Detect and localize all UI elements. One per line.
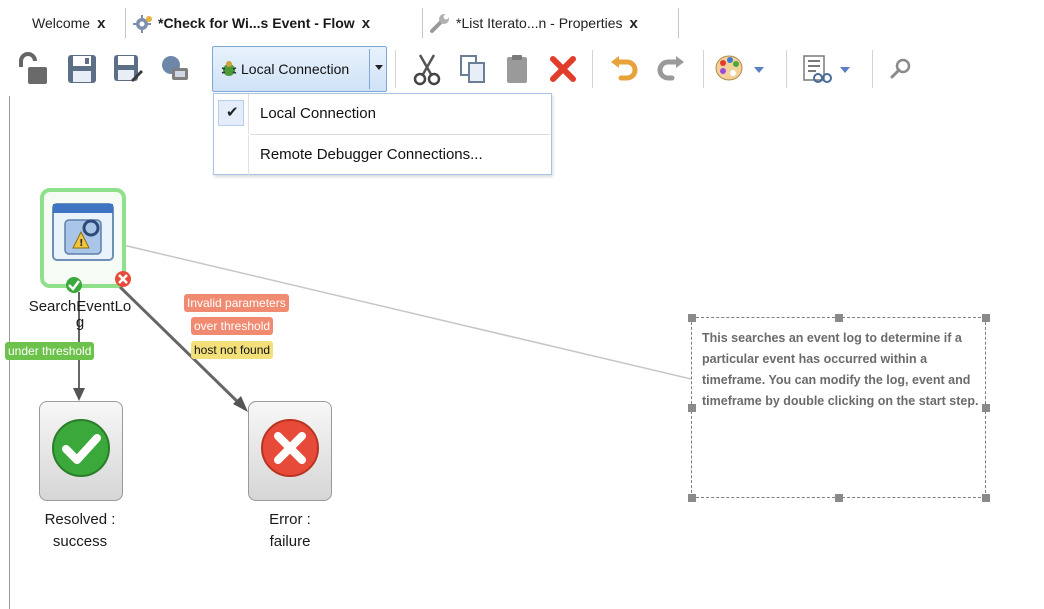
resize-handle[interactable]	[982, 314, 990, 322]
resolved-step-label: Resolved : success	[20, 509, 140, 553]
event-log-icon: !	[52, 203, 114, 261]
start-step-label: SearchEventLo g	[20, 296, 140, 334]
svg-text:!: !	[79, 238, 84, 249]
resize-handle[interactable]	[835, 494, 843, 502]
success-check-icon	[66, 277, 82, 293]
flow-connectors	[73, 244, 692, 412]
tag-over-threshold[interactable]: over threshold	[191, 317, 274, 335]
error-x-icon	[115, 271, 131, 287]
flow-note[interactable]: This searches an event log to determine …	[688, 314, 990, 502]
resolved-success-step[interactable]	[39, 401, 123, 501]
error-failure-step[interactable]	[248, 401, 332, 501]
success-check-icon	[52, 419, 110, 477]
resize-handle[interactable]	[982, 404, 990, 412]
resize-handle[interactable]	[982, 494, 990, 502]
flow-note-text: This searches an event log to determine …	[702, 331, 979, 408]
resolved-step-label-line1: Resolved :	[44, 511, 116, 528]
error-x-icon	[261, 419, 319, 477]
resize-handle[interactable]	[688, 404, 696, 412]
resize-handle[interactable]	[835, 314, 843, 322]
error-step-label: Error : failure	[230, 509, 350, 553]
resolved-step-label-line2: success	[52, 533, 108, 550]
error-step-label-line2: failure	[269, 533, 311, 550]
tag-invalid-parameters[interactable]: Invalid parameters	[184, 294, 289, 312]
resize-handle[interactable]	[688, 314, 696, 322]
tag-under-threshold[interactable]: under threshold	[5, 342, 95, 360]
tag-host-not-found[interactable]: host not found	[191, 341, 274, 359]
error-step-label-line1: Error :	[269, 511, 311, 528]
resize-handle[interactable]	[688, 494, 696, 502]
